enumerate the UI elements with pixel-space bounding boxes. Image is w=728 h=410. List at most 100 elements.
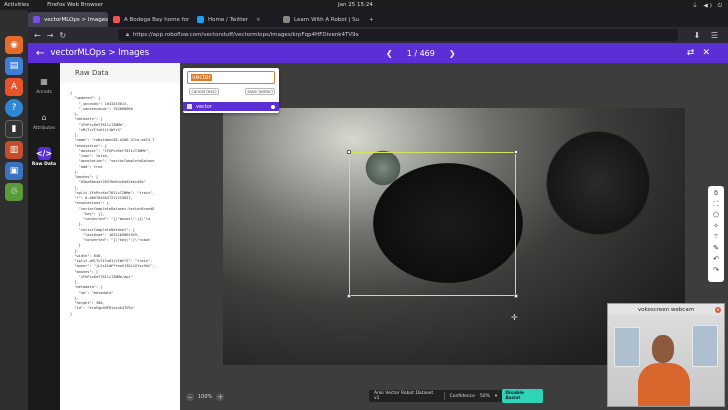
roboflow-favicon-icon	[33, 16, 40, 23]
dataset-name[interactable]: Anki Vector Robot Dataset v1	[374, 391, 439, 401]
tab-label: Home / Twitter	[208, 16, 249, 23]
new-tab-button[interactable]: +	[364, 12, 378, 27]
page-indicator: 1 / 469	[406, 48, 435, 58]
back-icon[interactable]: ←	[34, 31, 41, 40]
breadcrumb[interactable]: vectorMLOps > Images	[50, 48, 149, 58]
confidence-label: Confidence	[449, 393, 475, 399]
bounding-box[interactable]	[347, 150, 518, 298]
tab-label: vectorMLOps > Images	[44, 16, 108, 23]
tab-label: A Bodega Bay home for	[124, 16, 190, 23]
webcam-video	[608, 315, 724, 406]
label-suggestion[interactable]: vector	[183, 102, 279, 111]
annotate-icon: ▦	[40, 77, 48, 86]
sync-icon[interactable]: ⇄	[687, 48, 703, 58]
webcam-titlebar: vokoscreen webcam ✕	[608, 304, 724, 315]
active-app-name[interactable]: Firefox Web Browser	[47, 2, 103, 8]
tab-twitter[interactable]: Home / Twitter ×	[192, 12, 278, 27]
system-top-bar: Activities Firefox Web Browser Jan 25 15…	[0, 0, 728, 10]
tab-label: Learn With A Robot | Su	[294, 16, 360, 23]
zoom-in-icon[interactable]: +	[216, 393, 225, 401]
resize-handle[interactable]	[514, 294, 518, 298]
tab-learn-with-robot[interactable]: Learn With A Robot | Su ×	[278, 12, 364, 27]
hand-icon[interactable]: ✋︎	[714, 188, 718, 198]
next-image-icon[interactable]: ❯	[449, 49, 456, 58]
software-icon[interactable]: A	[5, 78, 23, 96]
tab-vectormlops[interactable]: vectorMLOps > Images ×	[28, 12, 108, 27]
airbnb-favicon-icon	[113, 16, 120, 23]
smart-polygon-icon[interactable]: ✧	[713, 221, 719, 231]
magic-wand-icon[interactable]: ⚚	[713, 232, 719, 242]
cancel-button[interactable]: cancel (esc)	[189, 88, 219, 95]
activities-button[interactable]: Activities	[4, 2, 29, 8]
trash-icon[interactable]: ♲	[5, 183, 23, 201]
lock-icon: 🔒︎	[126, 31, 129, 38]
resize-handle[interactable]	[347, 150, 351, 154]
confidence-value[interactable]: 50%	[480, 394, 490, 399]
label-color-swatch	[187, 104, 192, 109]
window-pane	[614, 327, 640, 367]
disable-assist-button[interactable]: Disable Assist	[502, 389, 543, 403]
reload-icon[interactable]: ↻	[59, 31, 66, 40]
site-favicon-icon	[283, 16, 290, 23]
zoom-out-icon[interactable]: −	[186, 393, 194, 401]
system-tray-icons[interactable]: ⏚ ◀) ⏻	[692, 1, 724, 10]
browser-tab-bar: vectorMLOps > Images × A Bodega Bay home…	[28, 10, 728, 27]
label-editor-popup: vector cancel (esc) save (enter) vector	[183, 68, 279, 113]
sidebar-item-annots[interactable]: ▦ Annots	[36, 75, 52, 95]
raw-json-viewer[interactable]: { "updated": { "_seconds": 1643255613, "…	[60, 83, 180, 410]
person-face	[652, 335, 674, 363]
label-input-value: vector	[191, 74, 213, 81]
redo-icon[interactable]: ↷	[713, 265, 719, 275]
browser-menu-icons[interactable]: ⬇ ☰	[694, 31, 722, 40]
divider	[443, 392, 445, 400]
background-object	[543, 128, 653, 238]
suggestion-text: vector	[196, 103, 212, 110]
save-button[interactable]: save (enter)	[245, 88, 275, 95]
zoom-level: 100%	[198, 394, 213, 400]
undo-icon[interactable]: ↶	[713, 254, 719, 264]
sidebar-item-attributes[interactable]: ⌂ Attributes	[33, 111, 55, 131]
close-tab-icon[interactable]: ×	[256, 17, 261, 23]
raw-data-title: Raw Data	[60, 63, 180, 83]
pen-icon[interactable]: ✎	[713, 243, 719, 253]
clock[interactable]: Jan 25 15:24	[338, 2, 373, 8]
resize-handle[interactable]	[514, 150, 518, 154]
app-header: ← vectorMLOps > Images ❮ 1 / 469 ❯ ⇄✕	[28, 43, 728, 63]
label-input[interactable]: vector	[187, 71, 275, 84]
selected-indicator-icon	[271, 104, 275, 109]
raw-data-panel: Raw Data { "updated": { "_seconds": 1643…	[60, 63, 180, 410]
close-icon[interactable]: ✕	[702, 48, 718, 58]
crosshair-cursor-icon: ✛	[511, 313, 518, 322]
firefox-icon[interactable]: ◉	[5, 36, 23, 54]
screenshot-icon[interactable]: ▣	[5, 162, 23, 180]
code-icon: </>	[35, 147, 53, 160]
help-icon[interactable]: ?	[5, 99, 23, 117]
sidebar-item-label: Raw Data	[31, 162, 57, 167]
forward-icon[interactable]: →	[47, 31, 54, 40]
twitter-favicon-icon	[197, 16, 204, 23]
terminal-icon[interactable]: ▮	[5, 120, 23, 138]
tool-palette: ✋︎ ⛶ ⬠ ✧ ⚚ ✎ ↶ ↷	[708, 186, 724, 282]
tab-bodega-bay[interactable]: A Bodega Bay home for ×	[108, 12, 192, 27]
previous-image-icon[interactable]: ❮	[386, 49, 393, 58]
bbox-icon[interactable]: ⛶	[714, 199, 719, 209]
app-dock: ◉ ▤ A ? ▮ ▥ ▣ ♲	[0, 10, 28, 410]
zoom-controls: − 100% +	[186, 393, 225, 401]
image-pager: ❮ 1 / 469 ❯	[386, 49, 456, 58]
polygon-icon[interactable]: ⬠	[713, 210, 719, 220]
sidebar-item-label: Attributes	[32, 126, 56, 131]
resize-handle[interactable]	[347, 294, 351, 298]
webcam-window[interactable]: vokoscreen webcam ✕	[607, 303, 725, 407]
files-icon[interactable]: ▤	[5, 57, 23, 75]
header-actions[interactable]: ⇄✕	[687, 48, 718, 58]
browser-nav-bar: ← → ↻ 🔒︎ https://app.roboflow.com/vector…	[28, 27, 728, 43]
tag-icon: ⌂	[41, 113, 47, 122]
document-viewer-icon[interactable]: ▥	[5, 141, 23, 159]
annotation-sidebar: ▦ Annots ⌂ Attributes </> Raw Data	[28, 63, 60, 410]
sidebar-item-label: Annots	[36, 90, 52, 95]
chevron-down-icon[interactable]: ▾	[495, 394, 497, 399]
back-arrow-icon[interactable]: ←	[36, 48, 44, 59]
close-icon[interactable]: ✕	[715, 306, 721, 313]
sidebar-item-raw-data[interactable]: </> Raw Data	[32, 147, 56, 167]
address-bar[interactable]: 🔒︎ https://app.roboflow.com/vectorstuff/…	[118, 29, 678, 41]
